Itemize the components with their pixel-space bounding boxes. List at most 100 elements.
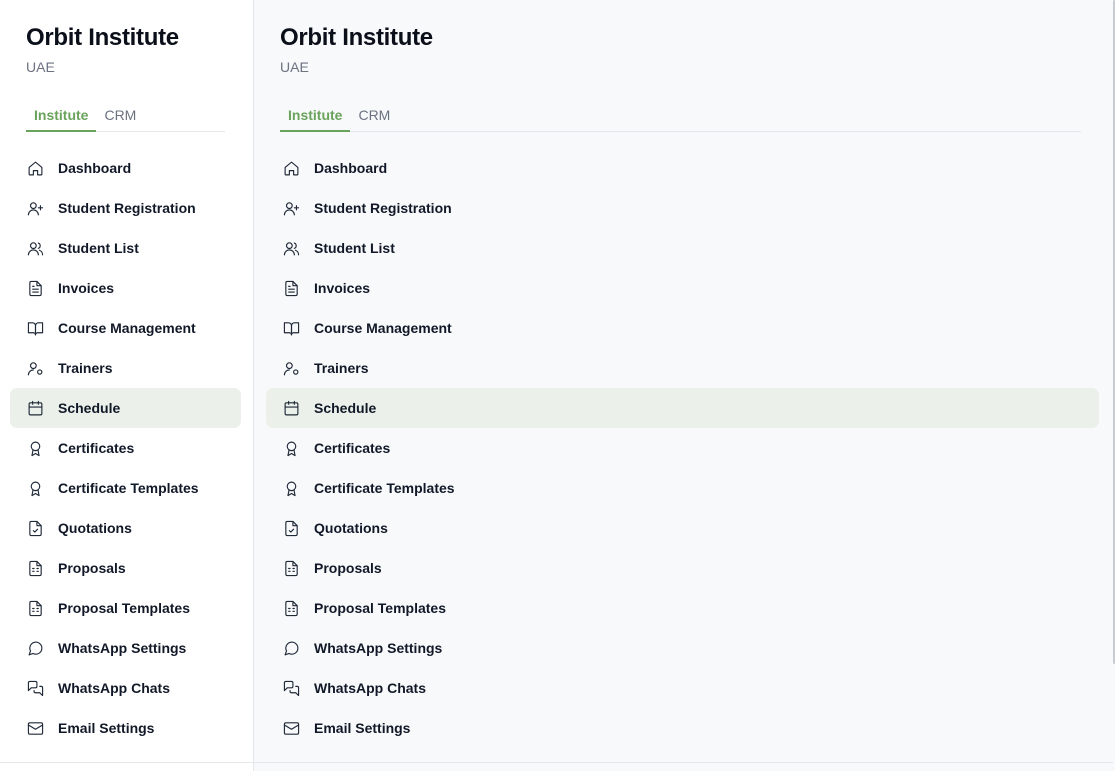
nav-item-label: Quotations — [58, 520, 132, 536]
nav-item-dashboard[interactable]: Dashboard — [266, 148, 1099, 188]
nav-item-label: Dashboard — [58, 160, 132, 176]
nav-item-label: Student Registration — [58, 200, 196, 216]
nav-item-trainers[interactable]: Trainers — [266, 348, 1099, 388]
nav-item-label: Email Settings — [314, 720, 411, 736]
award-icon — [282, 439, 300, 457]
nav-item-student-list[interactable]: Student List — [266, 228, 1099, 268]
nav-item-certificates[interactable]: Certificates — [266, 428, 1099, 468]
file-check-icon — [26, 519, 44, 537]
tab-bar: Institute CRM — [280, 104, 1081, 132]
institute-name: Orbit Institute — [280, 24, 433, 51]
nav-item-student-list[interactable]: Student List — [10, 228, 241, 268]
institute-name: Orbit Institute — [26, 24, 179, 51]
award-icon — [282, 479, 300, 497]
nav-item-whatsapp-settings[interactable]: WhatsApp Settings — [266, 628, 1099, 668]
nav-item-label: Certificates — [314, 440, 391, 456]
nav-item-label: Email Settings — [58, 720, 155, 736]
award-icon — [26, 479, 44, 497]
home-icon — [26, 159, 44, 177]
home-icon — [282, 159, 300, 177]
institute-region: UAE — [26, 59, 55, 75]
nav-item-schedule[interactable]: Schedule — [266, 388, 1099, 428]
message-circle-icon — [26, 639, 44, 657]
nav-item-label: Quotations — [314, 520, 388, 536]
nav-item-label: Dashboard — [314, 160, 388, 176]
nav-item-course-management[interactable]: Course Management — [10, 308, 241, 348]
nav-item-quotations[interactable]: Quotations — [10, 508, 241, 548]
nav-item-label: WhatsApp Chats — [314, 680, 426, 696]
nav-item-student-registration[interactable]: Student Registration — [10, 188, 241, 228]
tab-institute[interactable]: Institute — [26, 104, 97, 132]
nav-item-whatsapp-chats[interactable]: WhatsApp Chats — [10, 668, 241, 708]
nav-item-certificate-templates[interactable]: Certificate Templates — [266, 468, 1099, 508]
file-text-icon — [26, 279, 44, 297]
nav-item-quotations[interactable]: Quotations — [266, 508, 1099, 548]
mail-icon — [26, 719, 44, 737]
messages-icon — [26, 679, 44, 697]
tab-institute[interactable]: Institute — [280, 104, 351, 132]
nav-item-student-registration[interactable]: Student Registration — [266, 188, 1099, 228]
nav-item-label: Student Registration — [314, 200, 452, 216]
users-icon — [26, 239, 44, 257]
message-circle-icon — [282, 639, 300, 657]
nav-item-email-settings[interactable]: Email Settings — [266, 708, 1099, 748]
nav-item-label: Trainers — [314, 360, 369, 376]
calendar-icon — [26, 399, 44, 417]
nav-item-course-management[interactable]: Course Management — [266, 308, 1099, 348]
nav-item-label: Student List — [58, 240, 139, 256]
sidebar-right: Orbit Institute UAE Institute CRM Dashbo… — [254, 0, 1113, 771]
nav-item-certificates[interactable]: Certificates — [10, 428, 241, 468]
nav-item-proposal-templates[interactable]: Proposal Templates — [10, 588, 241, 628]
mail-icon — [282, 719, 300, 737]
user-plus-icon — [282, 199, 300, 217]
nav-item-email-settings[interactable]: Email Settings — [10, 708, 241, 748]
nav-item-label: Invoices — [58, 280, 115, 296]
file-spreadsheet-icon — [26, 599, 44, 617]
nav-item-label: WhatsApp Chats — [58, 680, 170, 696]
sidebar-right-content: Orbit Institute UAE Institute CRM Dashbo… — [254, 0, 1113, 771]
nav-item-label: Student List — [314, 240, 395, 256]
nav-item-label: WhatsApp Settings — [314, 640, 443, 656]
nav-item-invoices[interactable]: Invoices — [10, 268, 241, 308]
file-spreadsheet-icon — [282, 559, 300, 577]
nav-item-label: Course Management — [58, 320, 196, 336]
file-check-icon — [282, 519, 300, 537]
award-icon — [26, 439, 44, 457]
nav-item-label: Proposals — [314, 560, 382, 576]
nav-item-trainers[interactable]: Trainers — [10, 348, 241, 388]
file-text-icon — [282, 279, 300, 297]
nav-item-schedule[interactable]: Schedule — [10, 388, 241, 428]
nav-item-dashboard[interactable]: Dashboard — [10, 148, 241, 188]
nav-item-proposals[interactable]: Proposals — [10, 548, 241, 588]
nav-item-label: Proposals — [58, 560, 126, 576]
tab-crm[interactable]: CRM — [96, 104, 144, 132]
user-cog-icon — [26, 359, 44, 377]
nav-item-whatsapp-settings[interactable]: WhatsApp Settings — [10, 628, 241, 668]
messages-icon — [282, 679, 300, 697]
nav-item-proposal-templates[interactable]: Proposal Templates — [266, 588, 1099, 628]
divider — [0, 762, 253, 763]
book-open-icon — [282, 319, 300, 337]
nav-item-label: Course Management — [314, 320, 452, 336]
nav-item-invoices[interactable]: Invoices — [266, 268, 1099, 308]
nav-list: Dashboard Student Registration Student Lis… — [266, 148, 1099, 748]
user-cog-icon — [282, 359, 300, 377]
nav-item-certificate-templates[interactable]: Certificate Templates — [10, 468, 241, 508]
user-plus-icon — [26, 199, 44, 217]
nav-item-label: Schedule — [58, 400, 121, 416]
tab-crm[interactable]: CRM — [350, 104, 398, 132]
file-spreadsheet-icon — [26, 559, 44, 577]
nav-item-label: Proposal Templates — [314, 600, 447, 616]
calendar-icon — [282, 399, 300, 417]
nav-list: Dashboard Student Registration Student Lis… — [10, 148, 241, 748]
nav-item-label: Certificates — [58, 440, 135, 456]
nav-item-label: Schedule — [314, 400, 377, 416]
nav-item-label: Trainers — [58, 360, 113, 376]
nav-item-label: Certificate Templates — [58, 480, 199, 496]
nav-item-whatsapp-chats[interactable]: WhatsApp Chats — [266, 668, 1099, 708]
divider — [254, 762, 1113, 763]
nav-item-proposals[interactable]: Proposals — [266, 548, 1099, 588]
nav-item-label: Invoices — [314, 280, 371, 296]
file-spreadsheet-icon — [282, 599, 300, 617]
institute-region: UAE — [280, 59, 309, 75]
